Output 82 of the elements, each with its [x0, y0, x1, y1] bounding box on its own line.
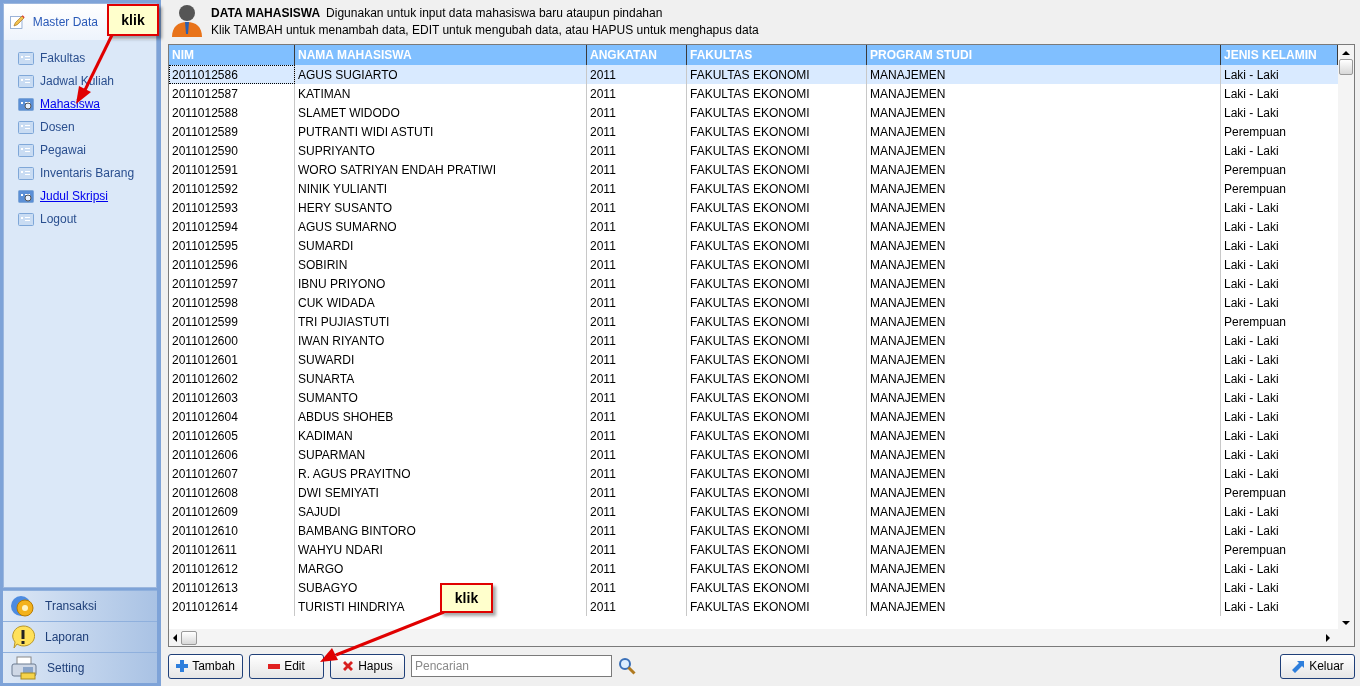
table-cell-text: Laki - Laki: [1223, 408, 1280, 426]
table-row[interactable]: 2011012586 AGUS SUGIARTO 2011 FAKULTAS EKONOMI MANAJEMEN Laki - Laki: [169, 65, 1338, 84]
scroll-up-icon: [1342, 51, 1350, 55]
exit-button[interactable]: Keluar: [1280, 653, 1355, 679]
table-cell-text: Laki - Laki: [1223, 522, 1280, 540]
horizontal-scrollbar[interactable]: [169, 629, 1354, 646]
plus-icon: [176, 660, 189, 672]
section-label: Setting: [47, 660, 85, 677]
table-cell-text: Laki - Laki: [1223, 237, 1280, 255]
minus-icon: [268, 663, 281, 669]
search-icon[interactable]: [618, 657, 636, 675]
table-cell-text: Laki - Laki: [1223, 598, 1280, 616]
table-cell-text: Laki - Laki: [1223, 560, 1280, 578]
table-cell-text: Perempuan: [1223, 313, 1288, 331]
alert-icon: [11, 625, 35, 649]
card-icon: [18, 212, 34, 226]
table-cell: 2011: [587, 597, 687, 616]
table-cell-text: Laki - Laki: [1223, 294, 1280, 312]
add-button[interactable]: Tambah: [168, 653, 243, 679]
arrow-icon: [1291, 659, 1306, 673]
sidebar-link[interactable]: Judul Skripsi: [40, 187, 109, 205]
table-cell-text: Laki - Laki: [1223, 465, 1280, 483]
section-tab[interactable]: Laporan: [3, 621, 157, 652]
sidebar-link[interactable]: Dosen: [40, 118, 75, 136]
table-cell-text: Perempuan: [1223, 123, 1288, 141]
table-cell-text: Laki - Laki: [1223, 332, 1280, 350]
table-cell-text: Laki - Laki: [1223, 199, 1280, 217]
sidebar-link[interactable]: Mahasiswa: [40, 95, 101, 113]
section-label: Laporan: [45, 629, 90, 646]
card-icon: [18, 51, 34, 65]
scroll-right-icon: [1326, 633, 1330, 642]
table-cell-text: Laki - Laki: [1223, 389, 1280, 407]
table-cell: 2011012614: [169, 597, 295, 616]
search-card-icon: [18, 97, 34, 111]
scroll-thumb[interactable]: [1339, 59, 1353, 75]
vertical-scrollbar[interactable]: [1338, 45, 1354, 629]
x-icon: [342, 660, 355, 672]
user-avatar-icon: [171, 2, 203, 38]
table-cell-text: Laki - Laki: [1223, 351, 1280, 369]
section-tab[interactable]: Setting: [3, 652, 157, 683]
card-icon: [18, 166, 34, 180]
card-icon: [18, 143, 34, 157]
table-cell-text: Perempuan: [1223, 180, 1288, 198]
master-data-label: Master Data: [32, 14, 98, 31]
card-icon: [18, 74, 34, 88]
scroll-thumb[interactable]: [181, 630, 197, 645]
search-field[interactable]: Pencarian: [411, 655, 612, 677]
page-hint: Klik TAMBAH untuk menambah data, EDIT untuk mengubah data, atau HAPUS untuk menghapus data: [211, 22, 759, 39]
table-cell-text: Laki - Laki: [1223, 85, 1280, 103]
table-cell-text: Laki - Laki: [1223, 218, 1280, 236]
callout: klik: [107, 4, 159, 36]
edit-button[interactable]: Edit: [249, 653, 324, 679]
table-cell-text: Laki - Laki: [1223, 503, 1280, 521]
sidebar-link[interactable]: Logout: [40, 210, 77, 228]
sidebar-link[interactable]: Pegawai: [40, 141, 87, 159]
table-cell-text: Laki - Laki: [1223, 427, 1280, 445]
table-cell-text: Laki - Laki: [1223, 66, 1280, 84]
table-cell-text: Laki - Laki: [1223, 370, 1280, 388]
table-cell-text: Laki - Laki: [1223, 446, 1280, 464]
sidebar-link[interactable]: Fakultas: [40, 49, 86, 67]
table-cell-text: Perempuan: [1223, 541, 1288, 559]
table-cell: MANAJEMEN: [867, 597, 1221, 616]
search-card-icon: [18, 189, 34, 203]
page-title: DATA MAHASISWA: [211, 5, 321, 22]
table-cell-text: Perempuan: [1223, 161, 1288, 179]
card-icon: [18, 120, 34, 134]
gear-icon: [11, 594, 35, 618]
table-cell-text: Laki - Laki: [1223, 104, 1280, 122]
table-cell-text: Laki - Laki: [1223, 256, 1280, 274]
page-subtitle: Digunakan untuk input data mahasiswa baru ataupun pindahan: [326, 5, 663, 22]
scroll-down-icon: [1342, 621, 1350, 625]
sidebar-link[interactable]: Inventaris Barang: [40, 164, 135, 182]
table-cell-text: Laki - Laki: [1223, 142, 1280, 160]
table-cell: FAKULTAS EKONOMI: [687, 597, 867, 616]
scroll-left-icon: [173, 633, 177, 642]
table-cell-text: Laki - Laki: [1223, 275, 1280, 293]
section-tab[interactable]: Transaksi: [3, 590, 157, 621]
table-cell-text: Laki - Laki: [1223, 579, 1280, 597]
delete-button[interactable]: Hapus: [330, 653, 405, 679]
table-cell-text: Perempuan: [1223, 484, 1288, 502]
fax-machine-icon: [11, 656, 37, 680]
section-label: Transaksi: [45, 598, 97, 615]
